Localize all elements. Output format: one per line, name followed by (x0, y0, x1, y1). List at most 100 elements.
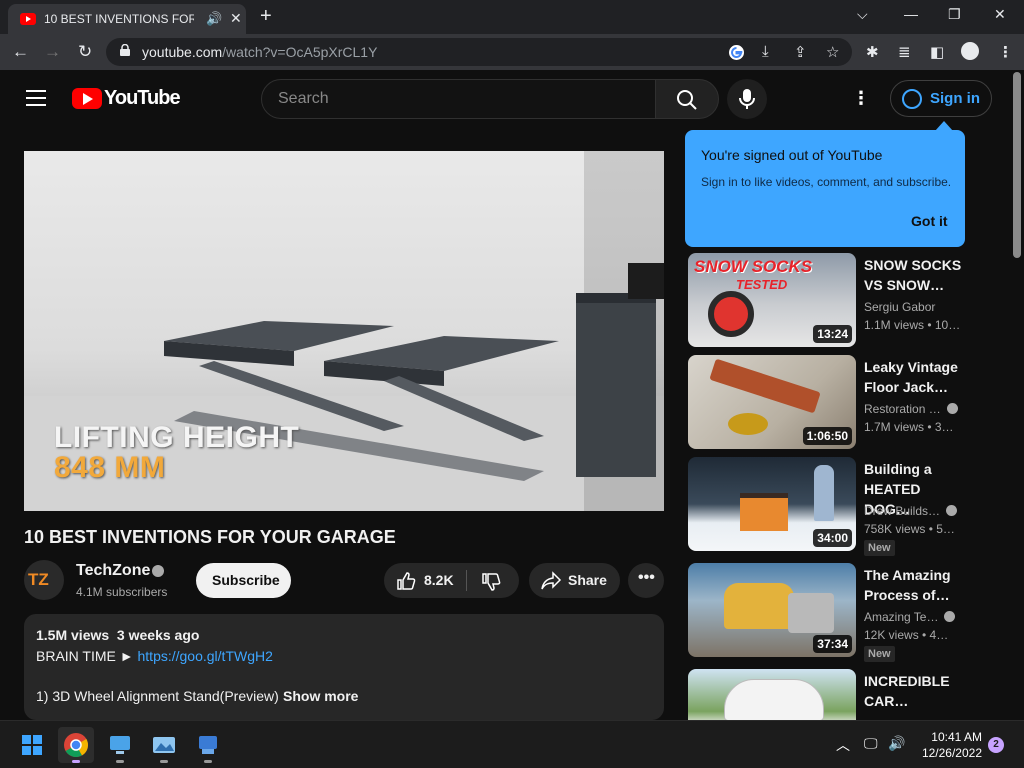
recommendation-views: 1.7M views • 3… (864, 420, 954, 434)
recommendation-title[interactable]: The Amazing Process of… (864, 565, 964, 605)
recommendation-channel[interactable]: Drew Builds… (864, 504, 958, 518)
recommendation-thumbnail[interactable]: 37:34 (688, 563, 856, 657)
recommendation-title[interactable]: Leaky Vintage Floor Jack… (864, 357, 964, 397)
like-divider (466, 570, 467, 591)
got-it-button[interactable]: Got it (911, 213, 948, 229)
thumb-up-icon[interactable] (396, 571, 416, 591)
page-scrollbar[interactable] (1010, 70, 1024, 720)
remote-desktop-icon[interactable] (102, 727, 138, 763)
popup-heading: You're signed out of YouTube (701, 147, 883, 163)
browser-tab[interactable]: 10 BEST INVENTIONS FOR YOUR GARAGE 🔊 ✕ (8, 4, 246, 34)
subscriber-count: 4.1M subscribers (76, 585, 168, 599)
subscribe-button[interactable]: Subscribe (196, 563, 291, 598)
search-input[interactable]: Search (261, 79, 656, 119)
share-arrow-icon (541, 571, 562, 590)
running-indicator (160, 760, 168, 763)
search-placeholder: Search (278, 90, 329, 107)
notification-badge[interactable]: 2 (988, 737, 1004, 753)
signed-out-popup: You're signed out of YouTube Sign in to … (685, 121, 965, 247)
recommendation-thumbnail[interactable]: 34:00 (688, 457, 856, 551)
like-dislike-group: 8.2K (384, 563, 519, 598)
channel-avatar-text: TZ (28, 570, 49, 589)
clock-date: 12/26/2022 (921, 746, 982, 760)
forward-arrow-icon[interactable]: → (44, 42, 61, 62)
speaker-icon[interactable]: 🔊 (206, 11, 222, 27)
reload-icon[interactable]: ↻ (78, 42, 92, 62)
photos-icon[interactable] (146, 727, 182, 763)
video-player[interactable]: LIFTING HEIGHT 848 MM (24, 151, 664, 511)
system-clock[interactable]: 10:41 AM 12/26/2022 (918, 729, 982, 761)
recommendation-item[interactable]: 34:00 Building a HEATED DOG… Drew Builds… (688, 457, 988, 556)
profile-icon[interactable] (961, 42, 979, 60)
scrollbar-thumb[interactable] (1013, 72, 1021, 258)
active-indicator (72, 760, 80, 763)
recommendation-channel[interactable]: Restoration … (864, 402, 958, 416)
windows-start-icon[interactable] (14, 727, 50, 763)
recommendation-item[interactable]: 1:06:50 Leaky Vintage Floor Jack… Restor… (688, 355, 988, 451)
google-icon[interactable] (728, 44, 745, 61)
verified-icon (946, 403, 958, 414)
network-app-icon[interactable] (190, 727, 226, 763)
restore-button[interactable]: ❐ (948, 6, 961, 23)
sidebar-icon[interactable]: ◧ (930, 43, 944, 61)
tab-search-chevron-icon[interactable]: ⌵ (857, 6, 868, 23)
star-icon[interactable]: ☆ (826, 43, 839, 61)
tray-chevron-icon[interactable]: ︿ (836, 735, 850, 755)
mic-icon (739, 89, 755, 109)
video-duration: 37:34 (813, 635, 852, 653)
like-count[interactable]: 8.2K (424, 572, 454, 588)
volume-icon[interactable]: 🔊 (888, 735, 905, 752)
recommendation-thumbnail[interactable] (688, 669, 856, 720)
network-status-icon[interactable]: 🖵 (864, 735, 878, 752)
search-button[interactable] (655, 79, 719, 119)
youtube-logo-text[interactable]: YouTube (104, 87, 181, 110)
close-window-button[interactable]: ✕ (994, 6, 1006, 23)
youtube-logo-icon[interactable] (72, 88, 102, 109)
chrome-menu-icon[interactable]: ⋮ (998, 43, 1013, 61)
back-arrow-icon[interactable]: ← (12, 42, 29, 62)
recommendation-title[interactable]: SNOW SOCKS VS SNOW… (864, 255, 964, 295)
description-box[interactable]: 1.5M views 3 weeks ago BRAIN TIME ► http… (24, 614, 664, 720)
voice-search-button[interactable] (727, 79, 767, 119)
settings-kebab-icon[interactable]: ⋮ (852, 88, 870, 109)
recommendation-channel[interactable]: Sergiu Gabor (864, 300, 935, 314)
share-label: Share (568, 572, 607, 588)
description-link[interactable]: https://goo.gl/tTWgH2 (138, 648, 273, 664)
extensions-icon[interactable]: ✱ (866, 43, 879, 61)
verified-icon (152, 565, 164, 577)
video-duration: 34:00 (813, 529, 852, 547)
recommendation-item[interactable]: INCREDIBLE CAR… (688, 669, 988, 720)
recommendation-title[interactable]: INCREDIBLE CAR… (864, 671, 964, 711)
install-icon[interactable]: ⤓ (762, 43, 769, 60)
chrome-icon[interactable] (58, 727, 94, 763)
channel-name[interactable]: TechZone (76, 562, 150, 580)
recommendation-item[interactable]: 37:34 The Amazing Process of… Amazing Te… (688, 563, 988, 662)
browser-toolbar: ← → ↻ youtube.com/watch?v=OcA5pXrCL1Y ⤓ … (0, 34, 1024, 70)
close-tab-icon[interactable]: ✕ (230, 10, 242, 27)
youtube-header: YouTube Search ⋮ Sign in (0, 70, 1010, 128)
browser-tab-strip: 10 BEST INVENTIONS FOR YOUR GARAGE 🔊 ✕ +… (0, 0, 1024, 34)
menu-icon[interactable] (26, 90, 46, 106)
recommendation-channel[interactable]: Amazing Te… (864, 610, 956, 624)
running-indicator (116, 760, 124, 763)
recommendation-views: 1.1M views • 10… (864, 318, 961, 332)
media-icon[interactable]: ≣ (898, 43, 911, 61)
share-icon[interactable]: ⇪ (794, 43, 807, 61)
sign-in-button[interactable]: Sign in (890, 80, 992, 117)
channel-avatar[interactable]: TZ (24, 560, 64, 600)
recommendation-thumbnail[interactable]: 1:06:50 (688, 355, 856, 449)
url-path: /watch?v=OcA5pXrCL1Y (222, 44, 378, 60)
sign-in-label: Sign in (930, 90, 980, 107)
lock-icon[interactable] (120, 44, 130, 56)
show-more-button[interactable]: Show more (283, 688, 358, 704)
video-title: 10 BEST INVENTIONS FOR YOUR GARAGE (24, 527, 396, 547)
address-bar[interactable]: youtube.com/watch?v=OcA5pXrCL1Y ⤓ ⇪ ☆ (106, 38, 852, 66)
thumb-down-icon[interactable] (481, 572, 501, 592)
more-actions-button[interactable]: ••• (628, 563, 664, 598)
minimize-button[interactable]: — (904, 6, 918, 22)
recommendation-thumbnail[interactable]: SNOW SOCKS TESTED 13:24 (688, 253, 856, 347)
share-button[interactable]: Share (529, 563, 620, 598)
recommendation-item[interactable]: SNOW SOCKS TESTED 13:24 SNOW SOCKS VS SN… (688, 253, 988, 349)
new-tab-button[interactable]: + (260, 5, 272, 28)
windows-taskbar: ︿ 🖵 🔊 10:41 AM 12/26/2022 2 (0, 720, 1024, 768)
